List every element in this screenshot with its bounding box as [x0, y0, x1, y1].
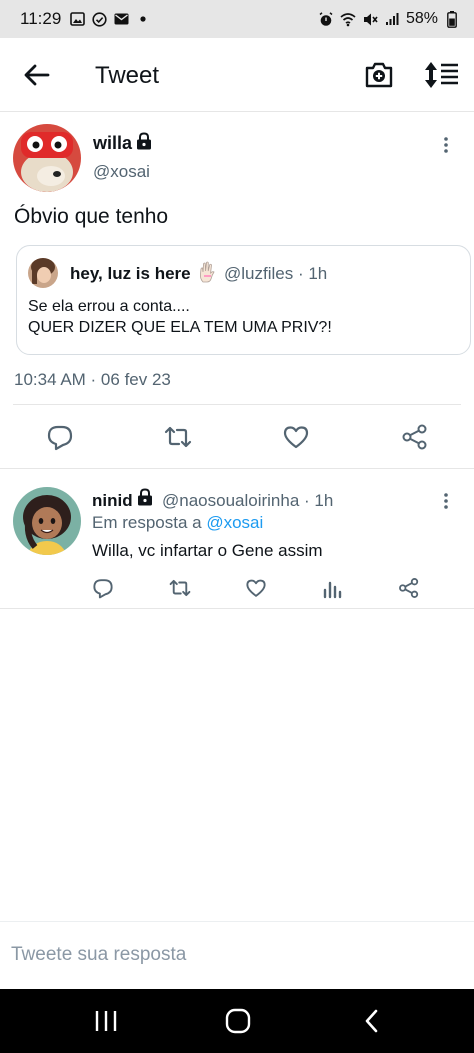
recent-apps-button[interactable] [92, 1007, 120, 1035]
reply-handle-time[interactable]: @naosoualoirinha · 1h [162, 491, 333, 511]
retweet-icon [164, 426, 192, 448]
signal-icon [384, 11, 400, 27]
status-bar: 11:29 58% [0, 0, 474, 38]
sort-replies-button[interactable] [424, 60, 460, 90]
tweet-timestamp: 10:34 AM · 06 fev 23 [14, 370, 171, 389]
analytics-button[interactable] [322, 577, 344, 599]
retweet-button[interactable] [164, 423, 192, 451]
quoted-author-name: hey, luz is here [70, 264, 191, 283]
more-vertical-icon [444, 137, 448, 153]
camera-button[interactable] [364, 60, 394, 90]
reply-actions [0, 577, 474, 601]
heart-icon [283, 426, 309, 449]
back-button[interactable] [22, 60, 52, 90]
status-time: 11:29 [20, 9, 62, 28]
battery-level: 58% [405, 10, 438, 27]
quoted-text: Se ela errou a conta.... QUER DIZER QUE … [28, 296, 332, 338]
quoted-text-line-2: QUER DIZER QUE ELA TEM UMA PRIV?! [28, 319, 332, 336]
page-title: Tweet [95, 62, 160, 89]
reply-icon [47, 425, 73, 451]
divider [13, 404, 461, 405]
tweet-actions [0, 421, 474, 453]
quoted-tweet[interactable]: hey, luz is here @luzfiles · 1h Se ela e… [16, 245, 471, 355]
replying-to: Em resposta a @xosai [92, 513, 263, 533]
reply-icon [93, 579, 113, 599]
camera-plus-icon [365, 62, 393, 88]
battery-icon [444, 10, 460, 28]
divider [0, 608, 474, 609]
author-name[interactable]: willa [93, 133, 132, 154]
image-icon [69, 11, 85, 27]
more-options-button[interactable] [437, 492, 455, 510]
like-button[interactable] [245, 577, 267, 599]
share-icon [399, 578, 419, 598]
reply-button[interactable] [92, 577, 114, 599]
author-handle[interactable]: @xosai [93, 162, 150, 182]
heart-icon [246, 579, 266, 597]
reply-tweet[interactable]: ninid @naosoualoirinha · 1h Em resposta … [0, 469, 474, 609]
more-vertical-icon [444, 493, 448, 509]
wifi-off-icon [340, 11, 356, 27]
replying-to-link[interactable]: @xosai [206, 513, 263, 532]
reply-text: Willa, vc infartar o Gene assim [92, 541, 323, 560]
reply-input[interactable] [11, 942, 451, 968]
retweet-icon [169, 579, 191, 597]
recent-apps-icon [95, 1011, 117, 1031]
system-back-button[interactable] [358, 1007, 386, 1035]
lock-icon [137, 488, 153, 506]
tweet-text: Óbvio que tenho [14, 205, 169, 228]
person-avatar-icon [28, 258, 58, 288]
dot-icon [135, 11, 151, 27]
reply-author-name[interactable]: ninid [92, 491, 133, 511]
like-button[interactable] [282, 423, 310, 451]
cartoon-avatar-icon [13, 487, 81, 555]
mail-icon [113, 11, 129, 27]
chevron-left-icon [365, 1009, 378, 1033]
check-circle-icon [91, 11, 107, 27]
arrow-left-icon [24, 64, 50, 86]
lock-icon [136, 132, 152, 150]
share-button[interactable] [401, 423, 429, 451]
reply-button[interactable] [46, 423, 74, 451]
hand-emoji-icon [198, 261, 216, 283]
more-options-button[interactable] [437, 136, 455, 154]
dog-avatar-icon [13, 124, 81, 192]
home-icon [225, 1008, 251, 1034]
reply-composer [0, 921, 474, 987]
replying-prefix: Em resposta a [92, 513, 202, 532]
bar-chart-icon [323, 581, 342, 599]
home-button[interactable] [224, 1007, 252, 1035]
avatar[interactable] [13, 124, 81, 192]
quoted-handle-time: @luzfiles · 1h [224, 264, 328, 283]
sort-icon [425, 62, 458, 88]
alarm-icon [318, 11, 334, 27]
mute-icon [362, 11, 378, 27]
quoted-text-line-1: Se ela errou a conta.... [28, 298, 190, 315]
share-icon [402, 424, 427, 450]
system-nav-bar [0, 989, 474, 1053]
share-button[interactable] [398, 577, 420, 599]
app-bar: Tweet [0, 38, 474, 112]
reply-avatar[interactable] [13, 487, 81, 555]
quoted-avatar [28, 258, 58, 288]
retweet-button[interactable] [169, 577, 191, 599]
